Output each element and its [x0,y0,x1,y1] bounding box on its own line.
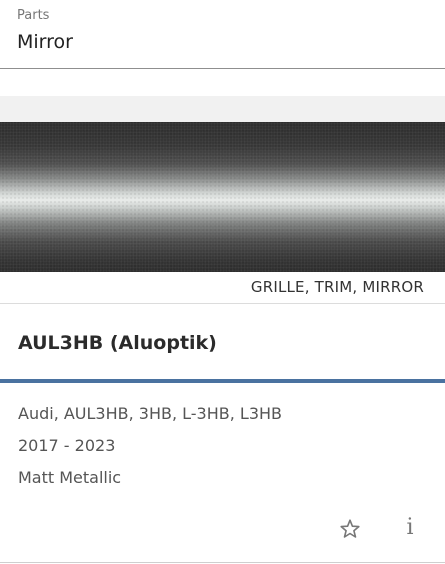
color-title: AUL3HB (Aluoptik) [18,332,217,354]
color-codes: Audi, AUL3HB, 3HB, L-3HB, L3HB [18,404,283,423]
part-category-label: GRILLE, TRIM, MIRROR [250,278,424,296]
info-icon: i [406,515,414,540]
favorite-button[interactable] [338,517,362,541]
parts-select-field[interactable]: Parts Mirror [0,0,445,69]
star-outline-icon [340,519,360,538]
color-years: 2017 - 2023 [18,436,116,455]
color-swatch-image [0,122,445,272]
section-gap [0,96,445,122]
info-button[interactable]: i [398,515,422,541]
color-card: GRILLE, TRIM, MIRROR AUL3HB (Aluoptik) A… [0,122,445,563]
parts-field-label: Parts [17,8,50,23]
color-details: Audi, AUL3HB, 3HB, L-3HB, L3HB 2017 - 20… [18,404,282,500]
color-accent-bar [0,379,445,383]
card-divider [0,303,445,304]
parts-field-value: Mirror [17,31,73,53]
color-finish: Matt Metallic [18,468,122,487]
